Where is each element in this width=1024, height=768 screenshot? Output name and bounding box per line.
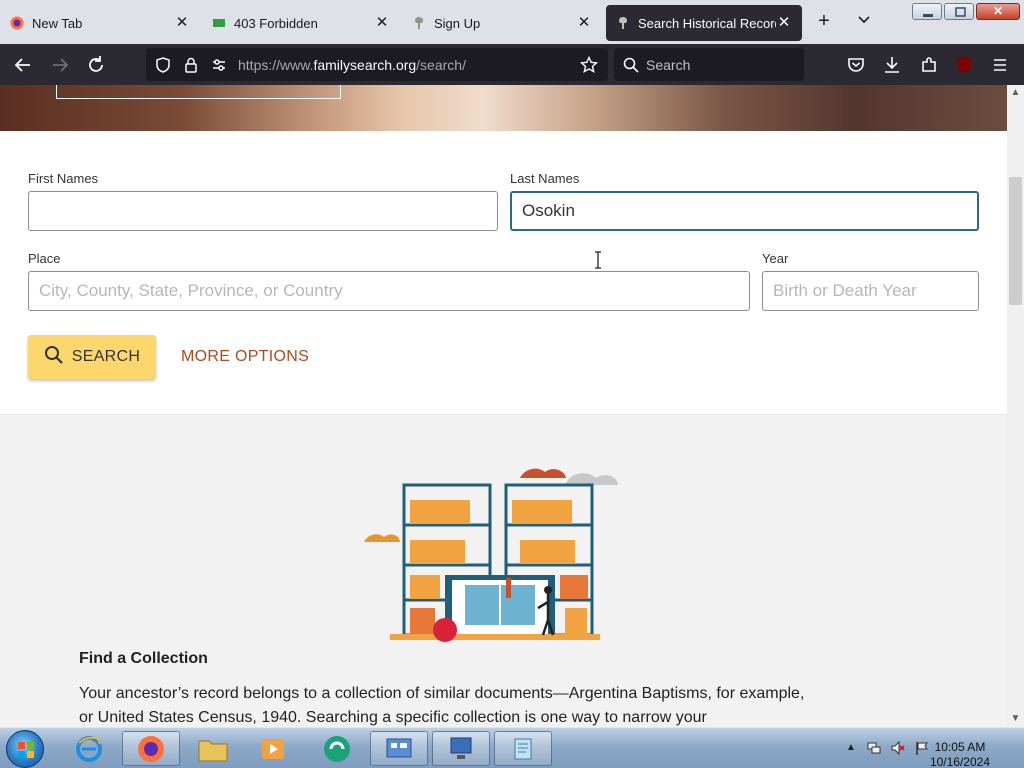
close-tab-icon[interactable]: ✕ (576, 15, 592, 31)
tab-label: Search Historical Records (638, 15, 776, 31)
volume-muted-icon[interactable] (890, 740, 906, 761)
page-icon (212, 16, 226, 30)
tab-strip: New Tab ✕ 403 Forbidden ✕ Sign Up ✕ Sear… (0, 0, 1024, 44)
tab-label: New Tab (32, 15, 83, 31)
search-icon (622, 56, 640, 74)
clock-time: 10:05 AM (934, 740, 986, 754)
more-options-link[interactable]: MORE OPTIONS (181, 348, 309, 366)
text-cursor-icon (594, 251, 602, 269)
show-hidden-icons-arrow-icon[interactable]: ▲ (846, 742, 856, 753)
search-button[interactable]: SEARCH (28, 335, 156, 379)
place-input[interactable] (28, 271, 750, 311)
internet-explorer-icon[interactable] (60, 731, 118, 766)
tree-icon (412, 16, 426, 30)
windows-taskbar: ▲ 10:05 AM 10/16/2024 (0, 727, 1024, 768)
lock-icon[interactable] (182, 56, 200, 74)
media-player-icon[interactable] (244, 731, 302, 766)
page-scrollbar[interactable]: ▲ ▼ (1007, 85, 1024, 727)
address-bar[interactable]: https://www.familysearch.org/search/ (146, 48, 608, 81)
menu-hamburger-icon[interactable] (989, 54, 1011, 76)
taskbar-clock[interactable]: 10:05 AM 10/16/2024 (930, 740, 990, 768)
window-controls: ✕ (912, 3, 1020, 20)
back-arrow-icon[interactable] (12, 54, 34, 76)
shield-icon[interactable] (154, 56, 172, 74)
pocket-icon[interactable] (845, 54, 867, 76)
chat-app-icon[interactable] (308, 731, 366, 766)
permissions-icon[interactable] (210, 56, 228, 74)
close-window-button[interactable]: ✕ (976, 3, 1020, 20)
file-explorer-icon[interactable] (184, 731, 242, 766)
find-collection-heading: Find a Collection (79, 650, 208, 667)
downloads-icon[interactable] (881, 54, 903, 76)
firefox-icon (10, 16, 24, 30)
first-names-input[interactable] (28, 191, 498, 231)
extensions-puzzle-icon[interactable] (918, 54, 940, 76)
page-content: First Names Last Names Place Year SEARCH… (0, 85, 1007, 727)
tab-403-forbidden[interactable]: 403 Forbidden ✕ (202, 5, 400, 41)
start-button[interactable] (6, 730, 44, 768)
close-tab-icon[interactable]: ✕ (174, 15, 190, 31)
scroll-thumb[interactable] (1009, 177, 1022, 305)
control-panel-icon[interactable] (370, 731, 428, 766)
last-names-label: Last Names (510, 171, 580, 186)
browser-search-bar[interactable]: Search (614, 48, 804, 81)
system-tray: ▲ 10:05 AM 10/16/2024 (842, 734, 1012, 768)
year-input[interactable] (762, 271, 979, 311)
url-text[interactable]: https://www.familysearch.org/search/ (238, 57, 466, 73)
action-center-flag-icon[interactable] (914, 740, 930, 761)
firefox-taskbar-icon[interactable] (122, 731, 180, 766)
forward-arrow-icon[interactable] (49, 54, 71, 76)
library-illustration (360, 460, 650, 645)
search-form-card: First Names Last Names Place Year SEARCH… (0, 131, 1007, 415)
place-label: Place (28, 251, 61, 266)
url-prefix: https://www. (238, 57, 314, 73)
notepad-icon[interactable] (494, 731, 552, 766)
search-icon (44, 345, 64, 370)
navigation-toolbar: https://www.familysearch.org/search/ Sea… (0, 44, 1024, 106)
reload-icon[interactable] (85, 54, 107, 76)
first-names-label: First Names (28, 171, 99, 186)
bookmark-star-icon[interactable] (579, 55, 599, 74)
tab-sign-up[interactable]: Sign Up ✕ (402, 5, 602, 41)
scroll-down-arrow-icon[interactable]: ▼ (1009, 713, 1022, 725)
search-button-label: SEARCH (71, 348, 141, 365)
list-tabs-chevron-icon[interactable] (852, 10, 876, 34)
tab-new-tab[interactable]: New Tab ✕ (0, 5, 200, 41)
find-collection-body: Your ancestor’s record belongs to a coll… (79, 685, 805, 726)
close-tab-icon[interactable]: ✕ (374, 15, 390, 31)
close-tab-icon[interactable]: ✕ (776, 15, 792, 31)
scroll-up-arrow-icon[interactable]: ▲ (1009, 87, 1022, 99)
hero-overlay-box (56, 85, 341, 99)
url-path: /search/ (416, 57, 466, 73)
search-placeholder: Search (646, 57, 691, 73)
tree-icon (616, 16, 630, 30)
new-tab-plus-icon[interactable]: + (812, 10, 836, 34)
network-icon[interactable] (866, 740, 882, 761)
year-label: Year (762, 251, 789, 266)
hero-banner-image (0, 85, 1007, 131)
minimize-button[interactable] (912, 3, 942, 20)
ublock-extension-icon[interactable] (953, 54, 975, 76)
network-computer-icon[interactable] (432, 731, 490, 766)
last-names-input[interactable] (510, 191, 979, 231)
tab-search-historical-records[interactable]: Search Historical Records ✕ (606, 5, 802, 41)
tab-label: 403 Forbidden (234, 15, 318, 31)
clock-date: 10/16/2024 (929, 755, 990, 768)
url-host: familysearch.org (313, 57, 417, 73)
tab-label: Sign Up (434, 15, 481, 31)
maximize-button[interactable] (944, 3, 974, 20)
